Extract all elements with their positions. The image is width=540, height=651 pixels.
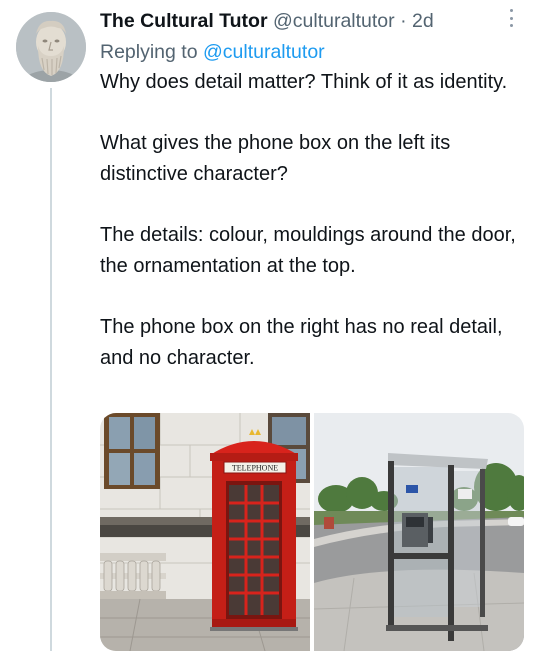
red-phone-box-photo[interactable]: TELEPHONE: [100, 413, 310, 651]
timestamp[interactable]: 2d: [412, 10, 434, 32]
tweet-media: TELEPHONE: [100, 413, 524, 651]
reply-prefix: Replying to: [100, 41, 198, 63]
separator-dot: ·: [400, 10, 407, 32]
tweet-header: The Cultural Tutor @culturaltutor · 2d: [100, 6, 528, 36]
telephone-sign: TELEPHONE: [232, 464, 278, 473]
tweet-paragraph: What gives the phone box on the left its…: [100, 132, 451, 185]
avatar[interactable]: [16, 12, 86, 82]
tweet-text: Why does detail matter? Think of it as i…: [100, 67, 520, 374]
more-dots-icon[interactable]: [508, 9, 514, 27]
thread-line: [50, 88, 52, 651]
tweet-paragraph: The details: colour, mouldings around th…: [100, 224, 516, 277]
replying-to: Replying to @culturaltutor: [100, 37, 325, 67]
reply-handle-link[interactable]: @culturaltutor: [203, 41, 325, 63]
bust-avatar-icon: [16, 12, 86, 82]
tweet-paragraph: The phone box on the right has no real d…: [100, 316, 503, 369]
author-name[interactable]: The Cultural Tutor: [100, 10, 268, 32]
modern-phone-box-photo[interactable]: [314, 413, 524, 651]
tweet-paragraph: Why does detail matter? Think of it as i…: [100, 71, 508, 93]
author-handle[interactable]: @culturaltutor: [273, 10, 395, 32]
